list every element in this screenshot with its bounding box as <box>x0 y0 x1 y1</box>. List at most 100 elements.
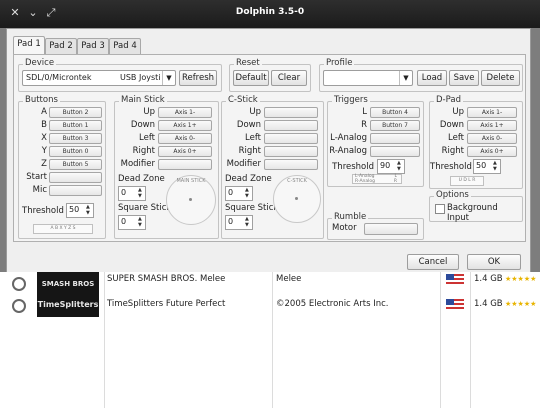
default-button[interactable]: Default <box>233 70 269 86</box>
trigger-r-analog-mapping[interactable] <box>370 146 420 157</box>
main-stick-right-mapping[interactable]: Axis 0+ <box>158 146 212 157</box>
device-value: SDL/0/Microntek <box>26 73 92 82</box>
button-b-mapping[interactable]: Button 1 <box>49 120 102 131</box>
c-stick-modifier-label: Modifier <box>226 159 261 169</box>
game-title: TimeSplitters Future Perfect <box>107 299 226 309</box>
cancel-button[interactable]: Cancel <box>407 254 459 270</box>
game-list: SMASH BROS SUPER SMASH BROS. Melee Melee… <box>0 272 540 408</box>
dpad-indicator: U D L R <box>450 176 484 186</box>
refresh-button[interactable]: Refresh <box>179 70 217 86</box>
c-stick-square-spin[interactable]: 0 ▲ ▼ <box>225 215 253 230</box>
game-size: 1.4 GB <box>474 274 503 284</box>
main-stick-left-mapping[interactable]: Axis 0- <box>158 133 212 144</box>
tab-pad-3[interactable]: Pad 3 <box>77 38 109 54</box>
trigger-r-analog-label: R-Analog <box>329 146 367 156</box>
profile-combo[interactable]: ▼ <box>323 70 413 86</box>
tab-pad-4[interactable]: Pad 4 <box>109 38 141 54</box>
main-stick-left-label: Left <box>139 133 155 143</box>
dpad-down-label: Down <box>439 120 464 130</box>
triggers-threshold-spin[interactable]: 90 ▲ ▼ <box>377 159 405 174</box>
c-stick-dead-zone-spin[interactable]: 0 ▲ ▼ <box>225 186 253 201</box>
c-stick-preview-label: C-STICK <box>287 178 307 184</box>
c-stick-square-label: Square Stick <box>225 203 279 213</box>
tab-pad-2[interactable]: Pad 2 <box>45 38 77 54</box>
buttons-threshold-value: 50 <box>69 205 80 214</box>
rumble-motor-mapping[interactable] <box>364 223 418 235</box>
dpad-left-label: Left <box>448 133 464 143</box>
triggers-threshold-value: 90 <box>380 161 391 170</box>
button-y-label: Y <box>41 146 47 156</box>
dpad-right-mapping[interactable]: Axis 0+ <box>467 146 517 157</box>
game-cover: TimeSplitters <box>37 293 99 317</box>
main-stick-preview: MAIN STICK <box>166 175 216 225</box>
trigger-r-mapping[interactable]: Button 7 <box>370 120 420 131</box>
trigger-l-analog-label: L-Analog <box>330 133 367 143</box>
button-mic-mapping[interactable] <box>49 185 102 196</box>
game-row[interactable]: TimeSplitters TimeSplitters Future Perfe… <box>0 293 540 318</box>
trigger-l-mapping[interactable]: Button 4 <box>370 107 420 118</box>
game-maker: Melee <box>276 274 302 284</box>
main-stick-dead-zone-value: 0 <box>121 188 127 197</box>
rumble-motor-label: Motor <box>332 223 357 233</box>
spin-arrows-icon: ▲ ▼ <box>138 187 142 199</box>
trigger-l-analog-mapping[interactable] <box>370 133 420 144</box>
r-analog-indicator: R-Analog <box>355 179 376 184</box>
dpad-up-mapping[interactable]: Axis 1- <box>467 107 517 118</box>
rumble-group: Rumble Motor <box>327 212 424 240</box>
buttons-threshold-spin[interactable]: 50 ▲ ▼ <box>66 203 94 218</box>
main-stick-up-mapping[interactable]: Axis 1- <box>158 107 212 118</box>
c-stick-right-label: Right <box>238 146 261 156</box>
device-combo[interactable]: SDL/0/Microntek USB Joysti ▼ <box>22 70 176 86</box>
reset-group: Reset Default Clear <box>229 58 311 92</box>
c-stick-up-mapping[interactable] <box>264 107 318 118</box>
triggers-indicator: L-Analog L R-Analog R <box>352 174 402 184</box>
tab-pane: Device SDL/0/Microntek USB Joysti ▼ Refr… <box>13 54 526 242</box>
title-bar: ✕ ⌄ ⤢ Dolphin 3.5-0 <box>0 0 540 28</box>
save-button[interactable]: Save <box>449 70 479 86</box>
spin-arrows-icon: ▲ ▼ <box>86 204 90 216</box>
options-group: Options Background Input <box>429 190 523 223</box>
main-stick-dead-zone-label: Dead Zone <box>118 174 165 184</box>
button-a-mapping[interactable]: Button 2 <box>49 107 102 118</box>
delete-button[interactable]: Delete <box>481 70 520 86</box>
usa-flag-icon <box>446 274 464 285</box>
c-stick-dead-zone-value: 0 <box>228 188 234 197</box>
button-x-mapping[interactable]: Button 3 <box>49 133 102 144</box>
main-stick-preview-label: MAIN STICK <box>176 178 206 184</box>
chevron-down-icon: ▼ <box>399 71 412 85</box>
button-start-mapping[interactable] <box>49 172 102 183</box>
dpad-down-mapping[interactable]: Axis 1+ <box>467 120 517 131</box>
main-stick-square-spin[interactable]: 0 ▲ ▼ <box>118 215 146 230</box>
clear-button[interactable]: Clear <box>271 70 307 86</box>
c-stick-down-mapping[interactable] <box>264 120 318 131</box>
reset-group-label: Reset <box>234 58 262 68</box>
triggers-threshold-label: Threshold <box>332 162 374 172</box>
dpad-left-mapping[interactable]: Axis 0- <box>467 133 517 144</box>
controller-config-dialog: Pad 1 Pad 2 Pad 3 Pad 4 Device SDL/0/Mic… <box>6 28 531 274</box>
main-stick-modifier-mapping[interactable] <box>158 159 212 170</box>
device-group: Device SDL/0/Microntek USB Joysti ▼ Refr… <box>18 58 222 92</box>
dpad-right-label: Right <box>441 146 464 156</box>
c-stick-modifier-mapping[interactable] <box>264 159 318 170</box>
background-input-label: Background Input <box>447 203 498 223</box>
button-z-mapping[interactable]: Button 5 <box>49 159 102 170</box>
stick-position-dot <box>189 198 192 201</box>
c-stick-left-mapping[interactable] <box>264 133 318 144</box>
button-z-label: Z <box>41 159 47 169</box>
main-stick-down-mapping[interactable]: Axis 1+ <box>158 120 212 131</box>
main-stick-square-label: Square Stick <box>118 203 172 213</box>
load-button[interactable]: Load <box>417 70 447 86</box>
ok-button[interactable]: OK <box>467 254 521 270</box>
triggers-group: Triggers L Button 4 R Button 7 L-Analog … <box>327 95 424 187</box>
main-stick-dead-zone-spin[interactable]: 0 ▲ ▼ <box>118 186 146 201</box>
tab-pad-1[interactable]: Pad 1 <box>13 36 45 54</box>
game-title: SUPER SMASH BROS. Melee <box>107 274 226 284</box>
buttons-group: Buttons A Button 2 B Button 1 X Button 3… <box>18 95 106 239</box>
c-stick-right-mapping[interactable] <box>264 146 318 157</box>
background-input-checkbox[interactable] <box>435 204 445 214</box>
dpad-threshold-spin[interactable]: 50 ▲ ▼ <box>473 159 501 174</box>
button-y-mapping[interactable]: Button 0 <box>49 146 102 157</box>
button-a-label: A <box>41 107 47 117</box>
gamecube-platform-icon <box>12 277 26 291</box>
r-digital-indicator: R <box>393 179 397 184</box>
